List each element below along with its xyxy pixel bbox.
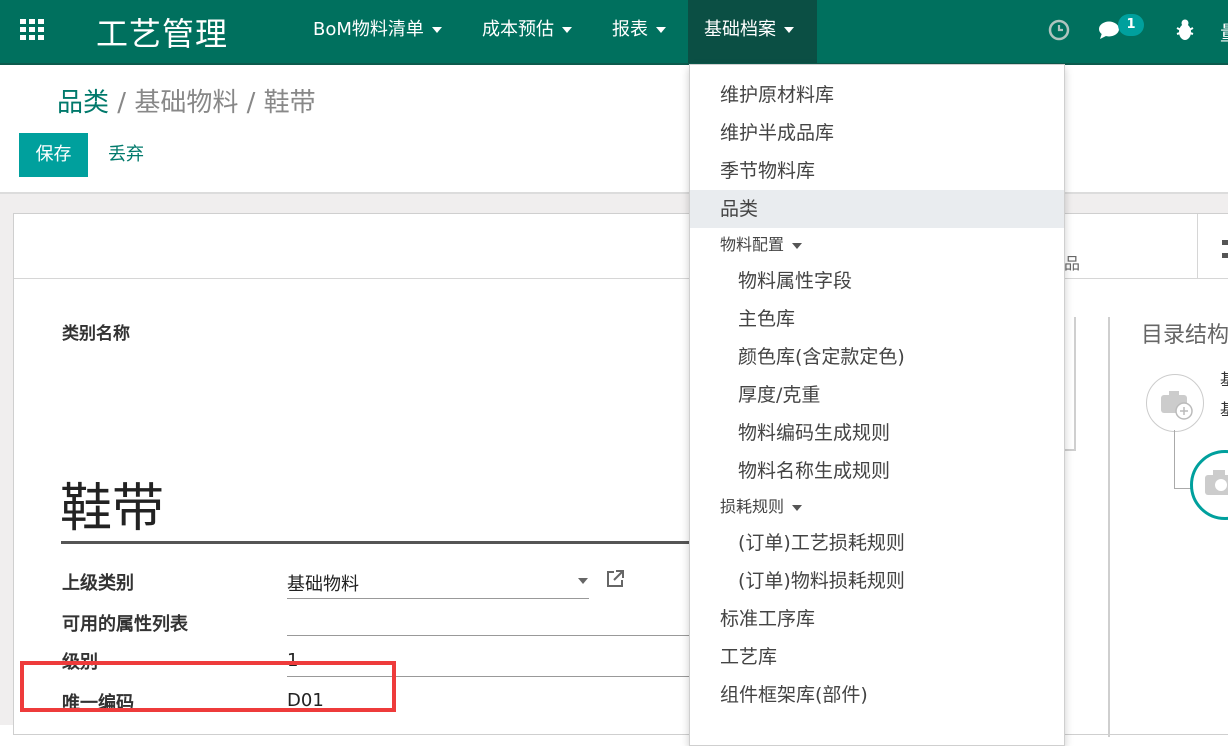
caret-down-icon — [792, 242, 803, 249]
parent-category-select[interactable]: 基础物料 — [287, 570, 359, 596]
section-divider — [1108, 317, 1110, 737]
camera-add-icon[interactable] — [1146, 374, 1204, 432]
breadcrumb-separator: / — [109, 88, 135, 118]
caret-down-icon — [562, 27, 572, 33]
chevron-down-icon[interactable] — [578, 578, 588, 584]
category-name-value[interactable]: 鞋带 — [60, 466, 164, 541]
org-chart-title: 目录结构 — [1141, 323, 1228, 348]
breadcrumb-root[interactable]: 品类 — [57, 88, 109, 118]
highlight-annotation-box — [20, 661, 396, 712]
menu-reports[interactable]: 报表 — [596, 0, 682, 63]
attribute-list-field[interactable] — [287, 635, 707, 636]
top-navbar: 工艺管理 BoM物料清单 成本预估 报表 基础档案 1 量 — [0, 0, 1228, 65]
stat-button-label[interactable]: 品 — [1064, 250, 1080, 274]
parent-category-underline — [287, 598, 589, 599]
dropdown-item-craft-library[interactable]: 工艺库 — [690, 638, 1064, 676]
apps-grid-icon[interactable] — [20, 19, 46, 41]
external-link-icon[interactable] — [605, 569, 625, 589]
dropdown-item-color-library[interactable]: 颜色库(含定款定色) — [690, 338, 1064, 376]
breadcrumb: 品类 / 基础物料 / 鞋带 — [57, 82, 316, 119]
section-label: 损耗规则 — [720, 497, 785, 516]
category-name-label: 类别名称 — [62, 324, 130, 344]
attribute-list-label: 可用的属性列表 — [62, 614, 188, 635]
image-frame-border — [1074, 317, 1076, 451]
caret-down-icon — [656, 27, 666, 33]
menu-reports-label: 报表 — [612, 19, 648, 40]
user-menu-partial[interactable]: 量 — [1220, 17, 1228, 46]
dropdown-item-semi-finished[interactable]: 维护半成品库 — [690, 114, 1064, 152]
dropdown-item-main-color[interactable]: 主色库 — [690, 300, 1064, 338]
menu-master-data[interactable]: 基础档案 — [688, 0, 817, 63]
menu-bom-label: BoM物料清单 — [313, 19, 424, 40]
dropdown-item-attribute-fields[interactable]: 物料属性字段 — [690, 262, 1064, 300]
bug-icon[interactable] — [1174, 18, 1196, 42]
caret-down-icon — [431, 27, 442, 33]
title-underline — [61, 541, 701, 544]
menu-cost-estimate[interactable]: 成本预估 — [466, 0, 588, 63]
dropdown-item-raw-material[interactable]: 维护原材料库 — [690, 76, 1064, 114]
camera-add-icon[interactable] — [1190, 450, 1228, 520]
section-label: 物料配置 — [720, 235, 785, 254]
master-data-dropdown: 维护原材料库 维护半成品库 季节物料库 品类 物料配置 物料属性字段 主色库 颜… — [689, 64, 1065, 746]
clock-icon[interactable] — [1048, 19, 1070, 41]
org-node-text: 基 — [1220, 396, 1228, 420]
dropdown-item-component-frame[interactable]: 组件框架库(部件) — [690, 676, 1064, 714]
dropdown-item-name-rules[interactable]: 物料名称生成规则 — [690, 452, 1064, 490]
menu-cost-estimate-label: 成本预估 — [482, 19, 554, 40]
more-icon[interactable] — [1222, 238, 1228, 262]
parent-category-label: 上级类别 — [62, 573, 134, 594]
breadcrumb-separator: / — [238, 88, 264, 118]
breadcrumb-middle[interactable]: 基础物料 — [134, 88, 238, 118]
dropdown-item-standard-process[interactable]: 标准工序库 — [690, 600, 1064, 638]
dropdown-section-material-config[interactable]: 物料配置 — [690, 226, 1064, 264]
discard-button[interactable]: 丢弃 — [108, 133, 144, 177]
org-connector — [1174, 430, 1175, 488]
save-button[interactable]: 保存 — [19, 133, 88, 177]
breadcrumb-current: 鞋带 — [263, 88, 316, 118]
dropdown-item-code-rules[interactable]: 物料编码生成规则 — [690, 414, 1064, 452]
stat-button-divider — [1197, 214, 1198, 278]
message-count-badge: 1 — [1118, 14, 1144, 36]
dropdown-item-season-material[interactable]: 季节物料库 — [690, 152, 1064, 190]
org-node-text: 基 — [1220, 366, 1228, 390]
menu-master-data-label: 基础档案 — [704, 19, 776, 40]
dropdown-section-loss-rules[interactable]: 损耗规则 — [690, 488, 1064, 526]
caret-down-icon — [792, 504, 803, 511]
dropdown-item-thickness[interactable]: 厚度/克重 — [690, 376, 1064, 414]
dropdown-item-material-loss[interactable]: (订单)物料损耗规则 — [690, 562, 1064, 600]
dropdown-item-category[interactable]: 品类 — [690, 190, 1064, 228]
dropdown-item-process-loss[interactable]: (订单)工艺损耗规则 — [690, 524, 1064, 562]
menu-bom[interactable]: BoM物料清单 — [297, 0, 458, 63]
caret-down-icon — [784, 27, 794, 33]
app-title: 工艺管理 — [96, 15, 229, 53]
